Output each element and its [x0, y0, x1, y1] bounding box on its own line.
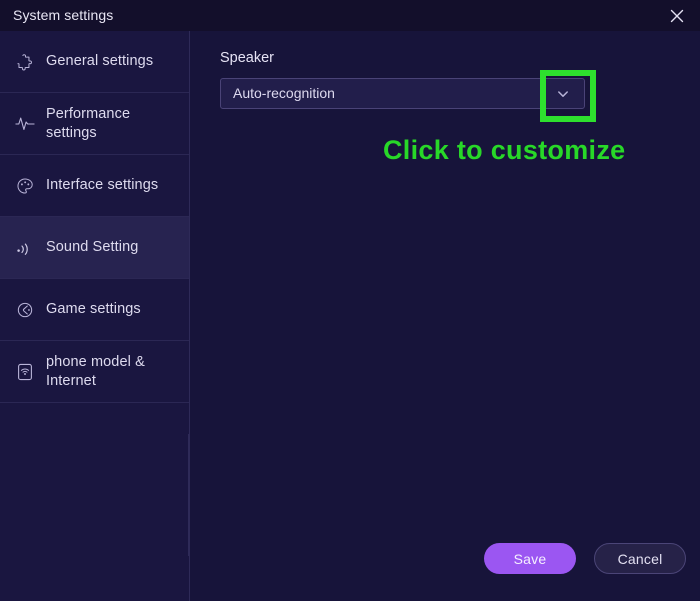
- sidebar: General settings Performance settings In…: [0, 31, 190, 601]
- sidebar-item-label: Game settings: [46, 301, 141, 317]
- sidebar-list: General settings Performance settings In…: [0, 31, 189, 403]
- system-settings-window: System settings General settings Perform…: [0, 0, 700, 601]
- sidebar-item-label: Interface settings: [46, 177, 159, 193]
- sidebar-item-phone-model-internet[interactable]: phone model & Internet: [0, 341, 189, 403]
- puzzle-piece-icon: [14, 51, 36, 73]
- phone-signal-icon: [14, 361, 36, 383]
- sidebar-item-performance-settings[interactable]: Performance settings: [0, 93, 189, 155]
- sidebar-item-label: phone model & Internet: [46, 353, 145, 389]
- activity-pulse-icon: [14, 113, 36, 135]
- speaker-select[interactable]: Auto-recognition: [220, 78, 585, 109]
- save-button[interactable]: Save: [484, 543, 576, 574]
- speaker-label: Speaker: [220, 50, 275, 66]
- game-controller-icon: [14, 299, 36, 321]
- sidebar-item-general-settings[interactable]: General settings: [0, 31, 189, 93]
- annotation-text: Click to customize: [383, 135, 626, 165]
- sidebar-item-interface-settings[interactable]: Interface settings: [0, 155, 189, 217]
- cancel-button[interactable]: Cancel: [594, 543, 686, 574]
- sidebar-item-label: General settings: [46, 53, 154, 69]
- chevron-down-icon[interactable]: [542, 79, 584, 108]
- sidebar-item-game-settings[interactable]: Game settings: [0, 279, 189, 341]
- sidebar-item-label: Performance settings: [46, 105, 131, 141]
- sound-waves-icon: [14, 237, 36, 259]
- sidebar-item-label: Sound Setting: [46, 239, 139, 255]
- sidebar-item-sound-setting[interactable]: Sound Setting: [0, 217, 189, 279]
- speaker-select-value: Auto-recognition: [233, 85, 335, 101]
- window-title: System settings: [13, 7, 114, 23]
- main-panel: Speaker Auto-recognition Click to custom…: [190, 31, 700, 601]
- title-bar: System settings: [0, 0, 700, 31]
- palette-icon: [14, 175, 36, 197]
- close-icon[interactable]: [654, 0, 700, 31]
- sidebar-divider: [188, 434, 189, 556]
